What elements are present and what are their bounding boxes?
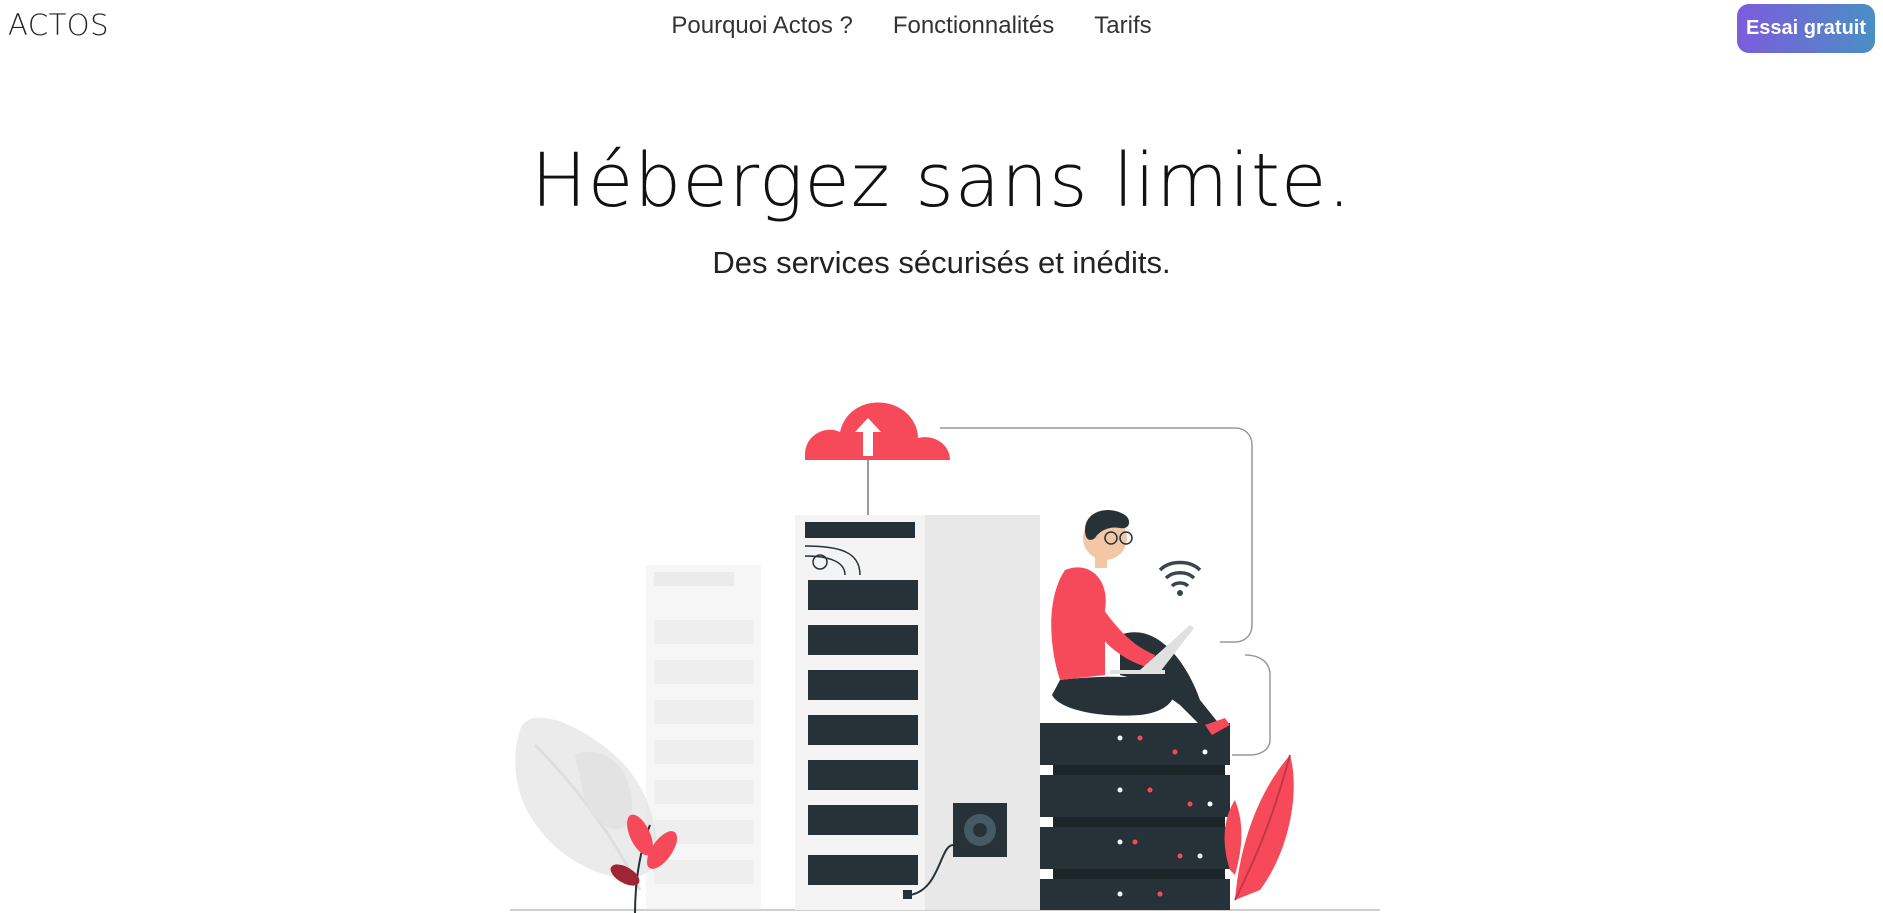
free-trial-button[interactable]: Essai gratuit (1737, 4, 1875, 53)
wifi-icon (1158, 560, 1202, 596)
person-with-laptop (1051, 510, 1230, 735)
hero-subtitle: Des services sécurisés et inédits. (712, 245, 1171, 280)
top-navbar: ACTOS Pourquoi Actos ? Fonctionnalités T… (0, 0, 1883, 56)
nav-link-fonctionnalites[interactable]: Fonctionnalités (893, 12, 1054, 40)
nav-link-pourquoi[interactable]: Pourquoi Actos ? (671, 12, 852, 40)
nav-link-tarifs[interactable]: Tarifs (1094, 12, 1151, 40)
server-stack-right (1040, 723, 1230, 910)
hero-title: Hébergez sans limite. (531, 138, 1352, 224)
hero-illustration (510, 402, 1380, 913)
leaf-decoration-left (515, 717, 656, 891)
nav-links: Pourquoi Actos ? Fonctionnalités Tarifs (0, 12, 1883, 40)
leaf-decoration-right (1224, 754, 1294, 901)
